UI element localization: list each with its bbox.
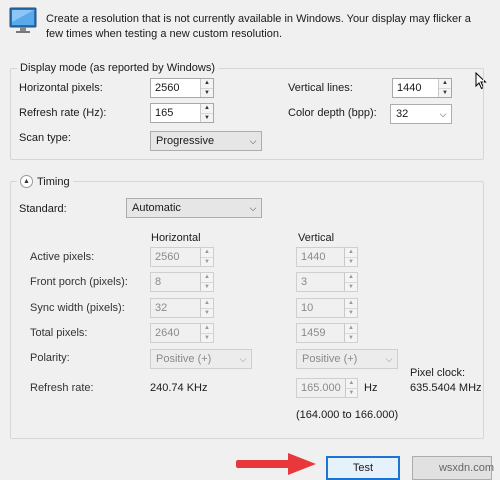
refresh-rate-label: Refresh rate (Hz): bbox=[19, 107, 107, 119]
chevron-down-icon: ⌵ bbox=[249, 202, 257, 213]
timing-refresh-rate-label: Refresh rate: bbox=[30, 382, 94, 394]
spin-down-icon: ▼ bbox=[201, 332, 213, 343]
active-pixels-v-input: 1440 ▲ ▼ bbox=[296, 247, 358, 267]
horizontal-refresh-value: 240.74 KHz bbox=[150, 382, 208, 394]
spin-up-icon: ▲ bbox=[348, 380, 355, 387]
chevron-down-icon: ⌵ bbox=[249, 135, 257, 146]
standard-select[interactable]: Automatic ⌵ bbox=[126, 198, 262, 218]
sync-width-v-input: 10 ▲ ▼ bbox=[296, 298, 358, 318]
spin-up-icon: ▲ bbox=[204, 274, 210, 281]
scan-type-select[interactable]: Progressive ⌵ bbox=[150, 131, 262, 151]
display-mode-legend: Display mode (as reported by Windows) bbox=[17, 62, 219, 74]
scan-type-label: Scan type: bbox=[19, 132, 71, 144]
active-pixels-label: Active pixels: bbox=[30, 251, 95, 263]
standard-label: Standard: bbox=[19, 203, 67, 215]
total-pixels-label: Total pixels: bbox=[30, 327, 88, 339]
polarity-label: Polarity: bbox=[30, 352, 70, 364]
horizontal-pixels-input[interactable]: 2560 ▲ ▼ bbox=[150, 78, 214, 98]
refresh-rate-unit: Hz bbox=[364, 382, 378, 394]
spin-down-icon: ▼ bbox=[345, 307, 357, 318]
front-porch-h-value: 8 bbox=[155, 276, 162, 288]
refresh-rate-value: 165 bbox=[155, 107, 174, 119]
spin-up-icon: ▲ bbox=[204, 249, 210, 256]
total-pixels-v-value: 1459 bbox=[301, 327, 326, 339]
total-pixels-h-input: 2640 ▲ ▼ bbox=[150, 323, 214, 343]
spin-up-icon: ▲ bbox=[348, 249, 354, 256]
vertical-lines-value: 1440 bbox=[397, 82, 422, 94]
polarity-h-value: Positive (+) bbox=[156, 353, 212, 365]
horizontal-pixels-label: Horizontal pixels: bbox=[19, 82, 103, 94]
spin-down-icon: ▼ bbox=[345, 256, 357, 267]
spin-up-icon[interactable]: ▲ bbox=[439, 79, 451, 88]
pixel-clock-label: Pixel clock: bbox=[410, 367, 466, 379]
spin-down-icon[interactable]: ▼ bbox=[201, 87, 213, 98]
horizontal-pixels-value: 2560 bbox=[155, 82, 180, 94]
spin-down-icon: ▼ bbox=[201, 307, 213, 318]
spin-down-icon: ▼ bbox=[345, 332, 357, 343]
active-pixels-h-input: 2560 ▲ ▼ bbox=[150, 247, 214, 267]
spin-up-icon: ▲ bbox=[348, 325, 354, 332]
sync-width-v-value: 10 bbox=[301, 302, 314, 314]
sync-width-h-value: 32 bbox=[155, 302, 168, 314]
spin-down-icon: ▼ bbox=[201, 256, 213, 267]
spin-down-icon[interactable]: ▼ bbox=[201, 112, 213, 123]
chevron-down-icon: ⌵ bbox=[385, 353, 393, 364]
spin-up-icon: ▲ bbox=[348, 300, 354, 307]
timing-legend: ▲ Timing bbox=[17, 175, 73, 188]
spin-up-icon: ▲ bbox=[204, 300, 210, 307]
sync-width-label: Sync width (pixels): bbox=[30, 302, 125, 314]
color-depth-value: 32 bbox=[396, 108, 409, 120]
vertical-lines-input[interactable]: 1440 ▲ ▼ bbox=[392, 78, 452, 98]
spin-down-icon[interactable]: ▼ bbox=[439, 87, 451, 98]
total-pixels-v-input: 1459 ▲ ▼ bbox=[296, 323, 358, 343]
timing-legend-label: Timing bbox=[37, 175, 70, 188]
spin-up-icon: ▲ bbox=[204, 325, 210, 332]
color-depth-select[interactable]: 32 ⌵ bbox=[390, 104, 452, 124]
refresh-rate-range: (164.000 to 166.000) bbox=[296, 409, 399, 421]
front-porch-h-input: 8 ▲ ▼ bbox=[150, 272, 214, 292]
scan-type-value: Progressive bbox=[156, 135, 215, 147]
intro-text: Create a resolution that is not currentl… bbox=[46, 13, 471, 40]
spin-up-icon[interactable]: ▲ bbox=[201, 104, 213, 113]
spin-down-icon: ▼ bbox=[345, 281, 357, 292]
front-porch-label: Front porch (pixels): bbox=[30, 276, 128, 288]
chevron-down-icon: ⌵ bbox=[239, 353, 247, 364]
polarity-v-select: Positive (+) ⌵ bbox=[296, 349, 398, 369]
test-button-label: Test bbox=[352, 462, 374, 474]
active-pixels-h-value: 2560 bbox=[155, 251, 180, 263]
horizontal-header: Horizontal bbox=[151, 232, 201, 244]
vertical-lines-label: Vertical lines: bbox=[288, 82, 353, 94]
front-porch-v-value: 3 bbox=[301, 276, 308, 288]
chevron-down-icon: ⌵ bbox=[439, 108, 447, 119]
collapse-icon[interactable]: ▲ bbox=[20, 175, 33, 188]
standard-value: Automatic bbox=[132, 202, 181, 214]
refresh-rate-input[interactable]: 165 ▲ ▼ bbox=[150, 103, 214, 123]
arrow-right-icon bbox=[236, 452, 318, 479]
vertical-refresh-input: 165.000 ▲ ▼ bbox=[296, 378, 358, 398]
color-depth-label: Color depth (bpp): bbox=[288, 107, 377, 119]
vertical-header: Vertical bbox=[298, 232, 335, 244]
spin-down-icon: ▼ bbox=[345, 387, 357, 398]
spin-down-icon: ▼ bbox=[201, 281, 213, 292]
spin-up-icon: ▲ bbox=[348, 274, 354, 281]
active-pixels-v-value: 1440 bbox=[301, 251, 326, 263]
sync-width-h-input: 32 ▲ ▼ bbox=[150, 298, 214, 318]
total-pixels-h-value: 2640 bbox=[155, 327, 180, 339]
vertical-refresh-value: 165.000 bbox=[301, 382, 341, 394]
polarity-v-value: Positive (+) bbox=[302, 353, 358, 365]
spin-up-icon[interactable]: ▲ bbox=[201, 79, 213, 88]
monitor-icon bbox=[8, 6, 38, 36]
test-button[interactable]: Test bbox=[326, 456, 400, 480]
pixel-clock-value: 635.5404 MHz bbox=[410, 382, 482, 394]
polarity-h-select: Positive (+) ⌵ bbox=[150, 349, 252, 369]
watermark: wsxdn.com bbox=[438, 462, 494, 474]
front-porch-v-input: 3 ▲ ▼ bbox=[296, 272, 358, 292]
